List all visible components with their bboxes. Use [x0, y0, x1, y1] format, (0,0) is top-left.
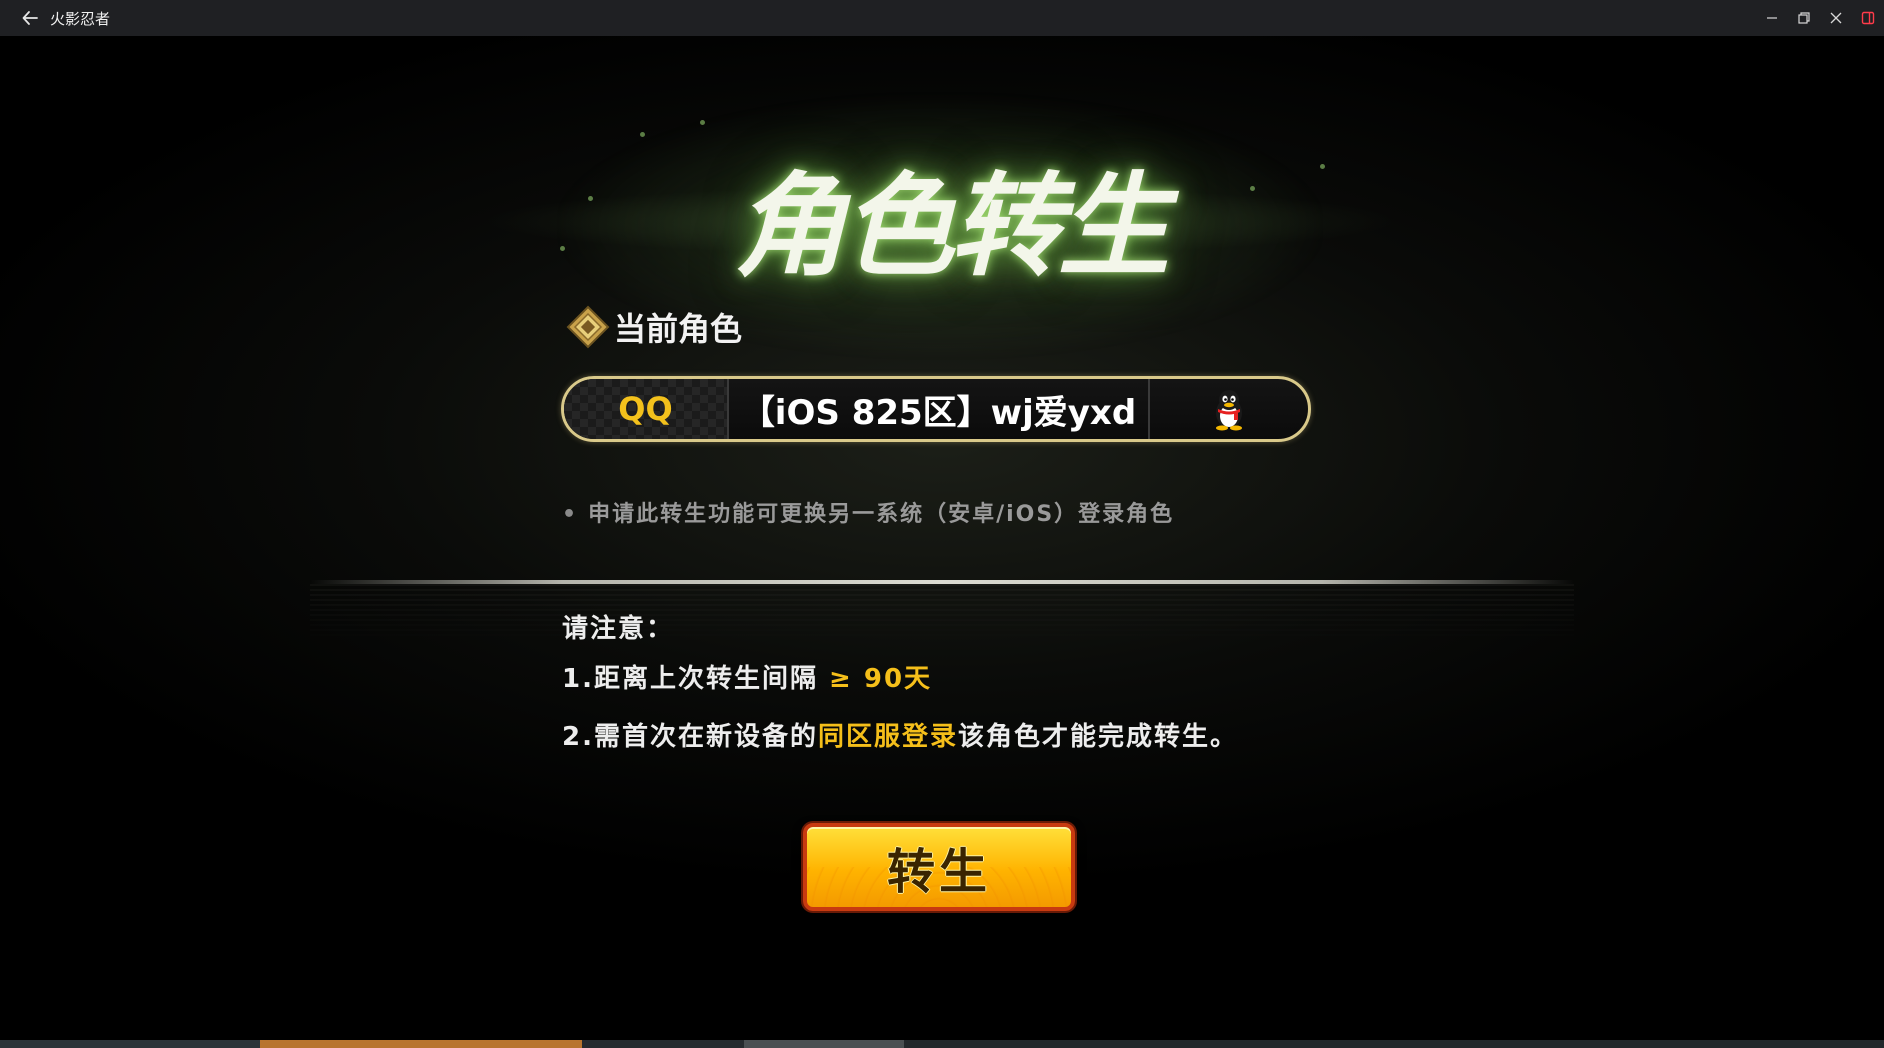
rebirth-button-label: 转生: [886, 844, 991, 900]
restore-icon: [1798, 12, 1810, 24]
notice-line-2-text: 2.需首次在新设备的: [562, 722, 818, 752]
character-name: 【iOS 825区】wj爱yxd: [729, 379, 1150, 439]
strip-segment: [744, 1040, 904, 1048]
window-title: 火影忍者: [50, 9, 111, 28]
rebirth-button[interactable]: 转生: [803, 823, 1075, 911]
minimize-button[interactable]: [1756, 3, 1788, 33]
bullet-icon: •: [562, 502, 579, 527]
current-role-label: 当前角色: [614, 310, 743, 348]
notice-line-2-highlight: 同区服登录: [817, 722, 958, 752]
window-controls: [1756, 0, 1884, 36]
back-button[interactable]: [12, 3, 48, 33]
notice-line-1: 1.距离上次转生间隔 ≥ 90天: [562, 658, 932, 695]
notice-line-2-suffix: 该角色才能完成转生。: [957, 722, 1238, 752]
strip-segment: [0, 1040, 260, 1048]
notice-line-2: 2.需首次在新设备的同区服登录该角色才能完成转生。: [562, 716, 1238, 753]
sparkle: [1320, 164, 1325, 169]
strip-segment: [582, 1040, 744, 1048]
sidebar-toggle-button[interactable]: [1852, 3, 1884, 33]
sparkle: [700, 120, 705, 125]
app-window: 火影忍者 角色转生 当前角色 QQ 【iOS 825区】wj爱yxd • 申请此…: [0, 0, 1884, 1048]
platform-icon-cell: [1150, 379, 1308, 439]
strip-segment: [260, 1040, 582, 1048]
diamond-badge-icon: [566, 305, 610, 349]
platform-badge: QQ: [564, 379, 729, 439]
current-character-bar: QQ 【iOS 825区】wj爱yxd: [561, 376, 1311, 442]
close-button[interactable]: [1820, 3, 1852, 33]
current-role-heading: 当前角色: [566, 304, 742, 350]
hint-text: 申请此转生功能可更换另一系统（安卓/iOS）登录角色: [588, 502, 1175, 527]
sidebar-toggle-icon: [1861, 11, 1875, 25]
sparkle: [560, 246, 565, 251]
arrow-left-icon: [22, 11, 38, 25]
sparkle: [640, 132, 645, 137]
notice-line-1-highlight: ≥ 90天: [829, 664, 933, 694]
strip-segment: [904, 1040, 1884, 1048]
page-title: 角色转生: [734, 161, 1170, 292]
minimize-icon: [1767, 17, 1777, 19]
restore-button[interactable]: [1788, 3, 1820, 33]
bottom-strip: [0, 1040, 1884, 1048]
sparkle: [1250, 186, 1255, 191]
divider-shade: [310, 584, 1574, 644]
title-bar: 火影忍者: [0, 0, 1884, 36]
sparkle: [588, 196, 593, 201]
rebirth-hint: • 申请此转生功能可更换另一系统（安卓/iOS）登录角色: [562, 496, 1174, 528]
close-icon: [1830, 12, 1842, 24]
qq-penguin-icon: [1216, 390, 1242, 431]
notice-title: 请注意：: [562, 614, 675, 644]
notice-line-1-text: 1.距离上次转生间隔: [562, 664, 818, 694]
game-screen: 角色转生 当前角色 QQ 【iOS 825区】wj爱yxd • 申请此转生功能可…: [0, 36, 1884, 1040]
